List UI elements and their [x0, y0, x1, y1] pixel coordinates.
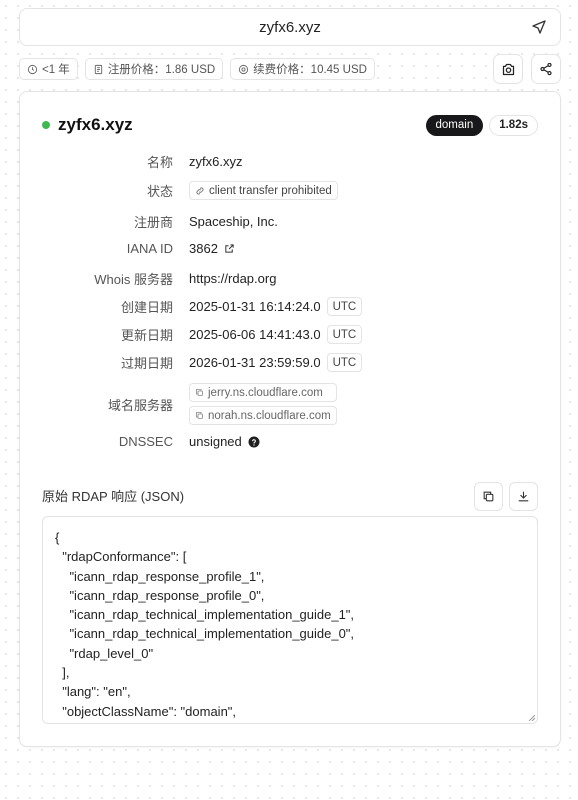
field-value: zyfx6.xyz — [189, 154, 243, 169]
register-price-text: 注册价格：1.86 USD — [107, 64, 216, 76]
renew-price-chip: 续费价格：10.45 USD — [230, 58, 375, 80]
receipt-icon — [94, 64, 102, 74]
field-value: 3862 — [189, 241, 218, 256]
field-dnssec: DNSSEC unsigned — [20, 434, 560, 449]
field-created: 创建日期 2025-01-31 16:14:24.0 UTC — [20, 297, 560, 316]
nameserver-pill[interactable]: norah.ns.cloudflare.com — [189, 406, 337, 425]
field-value: 2026-01-31 23:59:59.0 — [189, 355, 321, 370]
copy-icon — [196, 412, 203, 419]
register-price-chip: 注册价格：1.86 USD — [84, 58, 224, 80]
field-expires: 过期日期 2026-01-31 23:59:59.0 UTC — [20, 353, 560, 372]
time-badge: 1.82s — [489, 114, 538, 136]
field-label: 过期日期 — [120, 356, 173, 371]
camera-icon — [502, 63, 514, 75]
copy-json-button[interactable] — [474, 482, 503, 511]
field-status: 状态 client transfer prohibited — [20, 181, 560, 200]
field-name: 名称 zyfx6.xyz — [20, 152, 560, 171]
field-label: 域名服务器 — [107, 397, 173, 413]
share-button[interactable] — [531, 54, 561, 84]
status-value: client transfer prohibited — [209, 184, 332, 197]
field-label: 名称 — [146, 155, 173, 170]
nameserver-value: jerry.ns.cloudflare.com — [208, 386, 323, 399]
tz-pill: UTC — [326, 353, 363, 372]
nameserver-value: norah.ns.cloudflare.com — [208, 409, 331, 422]
resize-handle-icon[interactable] — [529, 715, 535, 721]
age-chip: <1 年 — [19, 58, 78, 80]
tz-pill: UTC — [326, 297, 363, 316]
meta-row: <1 年 注册价格：1.86 USD 续费价格：10.45 USD — [19, 58, 375, 80]
field-label: 创建日期 — [120, 300, 173, 315]
renew-price-text: 续费价格：10.45 USD — [253, 64, 367, 76]
raw-json-title: 原始 RDAP 响应 (JSON) — [42, 489, 185, 504]
screenshot-button[interactable] — [493, 54, 523, 84]
type-badge: domain — [425, 114, 484, 136]
field-label: Whois 服务器 — [94, 272, 173, 287]
search-bar[interactable]: zyfx6.xyz — [19, 8, 561, 46]
external-link-icon[interactable] — [224, 243, 235, 254]
search-query[interactable]: zyfx6.xyz — [259, 19, 321, 36]
field-label: 更新日期 — [120, 328, 173, 343]
field-whois: Whois 服务器 https://rdap.org — [20, 269, 560, 288]
field-label: DNSSEC — [118, 434, 173, 449]
field-label: 注册商 — [133, 215, 173, 230]
field-nameservers: 域名服务器 jerry.ns.cloudflare.com norah.ns.c… — [20, 383, 560, 425]
status-pill: client transfer prohibited — [189, 181, 338, 200]
help-icon[interactable] — [248, 436, 260, 448]
send-icon[interactable] — [530, 18, 548, 36]
domain-title: zyfx6.xyz — [58, 115, 133, 134]
link-icon — [196, 186, 204, 195]
field-label: 状态 — [146, 184, 173, 199]
json-textarea[interactable]: { "rdapConformance": [ "icann_rdap_respo… — [42, 516, 538, 724]
field-value: 2025-06-06 14:41:43.0 — [189, 327, 321, 342]
whois-card: zyfx6.xyz domain 1.82s 名称 zyfx6.xyz 状态 c… — [19, 91, 561, 747]
refresh-coin-icon — [239, 64, 249, 74]
field-value: 2025-01-31 16:14:24.0 — [189, 299, 321, 314]
download-icon — [518, 491, 529, 502]
copy-icon — [196, 389, 203, 396]
field-value: Spaceship, Inc. — [189, 214, 278, 229]
field-updated: 更新日期 2025-06-06 14:41:43.0 UTC — [20, 325, 560, 344]
field-label: IANA ID — [126, 241, 173, 256]
age-text: <1 年 — [42, 64, 70, 76]
clock-icon — [27, 64, 38, 74]
copy-icon — [483, 491, 494, 502]
field-value: https://rdap.org — [189, 271, 277, 286]
download-json-button[interactable] — [509, 482, 538, 511]
field-value: unsigned — [189, 434, 242, 449]
status-dot — [42, 121, 50, 129]
field-iana: IANA ID 3862 — [20, 241, 560, 256]
json-content: { "rdapConformance": [ "icann_rdap_respo… — [55, 530, 355, 723]
share-icon — [540, 62, 552, 76]
field-registrar: 注册商 Spaceship, Inc. — [20, 212, 560, 231]
tz-pill: UTC — [326, 325, 363, 344]
card-header: zyfx6.xyz domain 1.82s — [42, 114, 538, 136]
nameserver-pill[interactable]: jerry.ns.cloudflare.com — [189, 383, 337, 402]
